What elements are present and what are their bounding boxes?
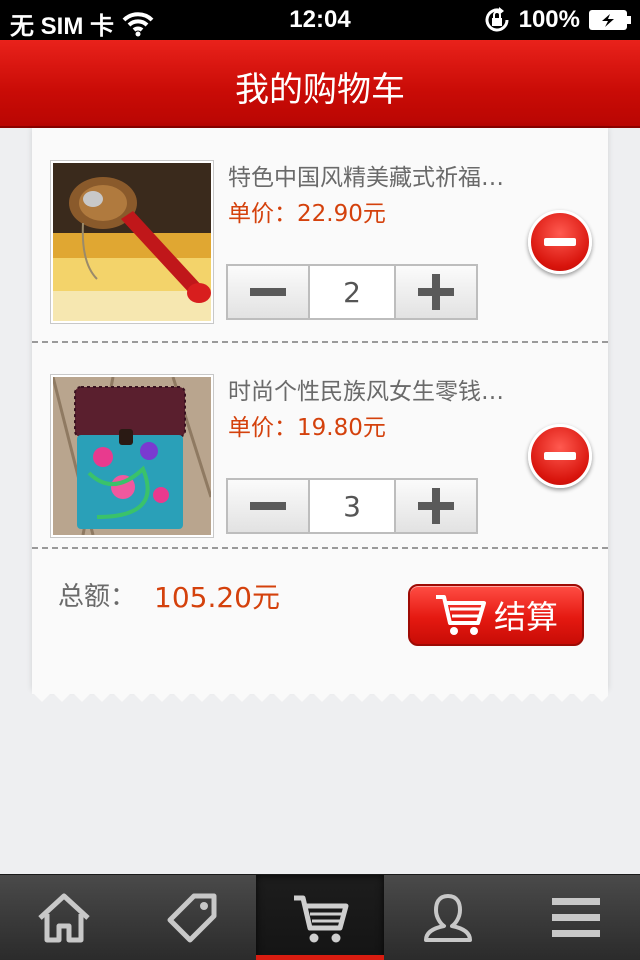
cart-item: 特色中国风精美藏式祈福… 单价：22.90元 2 <box>32 128 608 334</box>
unit-price: 单价：22.90元 <box>228 194 386 228</box>
plus-icon <box>418 488 454 524</box>
quantity-stepper: 3 <box>226 478 478 534</box>
rotation-lock-icon <box>485 7 509 32</box>
item-divider <box>32 547 608 549</box>
unit-price: 单价：19.80元 <box>228 408 386 442</box>
decrease-button[interactable] <box>228 266 308 318</box>
quantity-stepper: 2 <box>226 264 478 320</box>
tab-category[interactable] <box>128 875 256 960</box>
total-value: 105.20元 <box>154 581 280 614</box>
cart-icon <box>435 595 486 635</box>
increase-button[interactable] <box>396 480 476 532</box>
tag-icon <box>167 893 217 943</box>
checkout-label: 结算 <box>493 598 558 636</box>
cart-card: 特色中国风精美藏式祈福… 单价：22.90元 2 时尚个性民族风女生零钱… 单价… <box>32 128 608 690</box>
cart-icon <box>294 895 349 943</box>
tab-home[interactable] <box>0 875 128 960</box>
unit-price-value: 19.80元 <box>297 415 386 441</box>
battery-icon <box>589 10 631 30</box>
product-name[interactable]: 特色中国风精美藏式祈福… <box>228 158 548 192</box>
plus-icon <box>418 274 454 310</box>
home-icon <box>38 893 90 943</box>
minus-icon <box>250 288 286 296</box>
user-icon <box>424 894 472 942</box>
receipt-torn-edge <box>32 688 608 710</box>
unit-price-label: 单价： <box>228 415 297 441</box>
status-right: 100% <box>483 6 632 34</box>
battery-percent: 100% <box>518 6 580 33</box>
minus-icon <box>250 502 286 510</box>
quantity-value[interactable]: 3 <box>308 480 396 532</box>
coin-purse-image <box>53 377 211 535</box>
status-bar: 无 SIM 卡 12:04 100% <box>0 0 640 40</box>
quantity-value[interactable]: 2 <box>308 266 396 318</box>
remove-item-button[interactable] <box>528 210 592 274</box>
increase-button[interactable] <box>396 266 476 318</box>
page-title: 我的购物车 <box>235 70 405 110</box>
menu-icon <box>552 898 600 937</box>
tab-cart[interactable] <box>256 875 384 960</box>
unit-price-label: 单价： <box>228 201 297 227</box>
product-thumbnail[interactable] <box>50 374 214 538</box>
decrease-button[interactable] <box>228 480 308 532</box>
tab-profile[interactable] <box>384 875 512 960</box>
prayer-wheel-image <box>53 163 211 321</box>
tab-bar <box>0 874 640 960</box>
tab-more[interactable] <box>512 875 640 960</box>
product-thumbnail[interactable] <box>50 160 214 324</box>
checkout-button[interactable]: 结算 <box>408 584 584 646</box>
remove-icon <box>544 238 576 246</box>
unit-price-value: 22.90元 <box>297 201 386 227</box>
cart-item: 时尚个性民族风女生零钱… 单价：19.80元 3 <box>32 342 608 548</box>
remove-icon <box>544 452 576 460</box>
remove-item-button[interactable] <box>528 424 592 488</box>
total-label: 总额： <box>58 582 137 612</box>
product-name[interactable]: 时尚个性民族风女生零钱… <box>228 372 548 406</box>
nav-bar: 我的购物车 <box>0 40 640 128</box>
